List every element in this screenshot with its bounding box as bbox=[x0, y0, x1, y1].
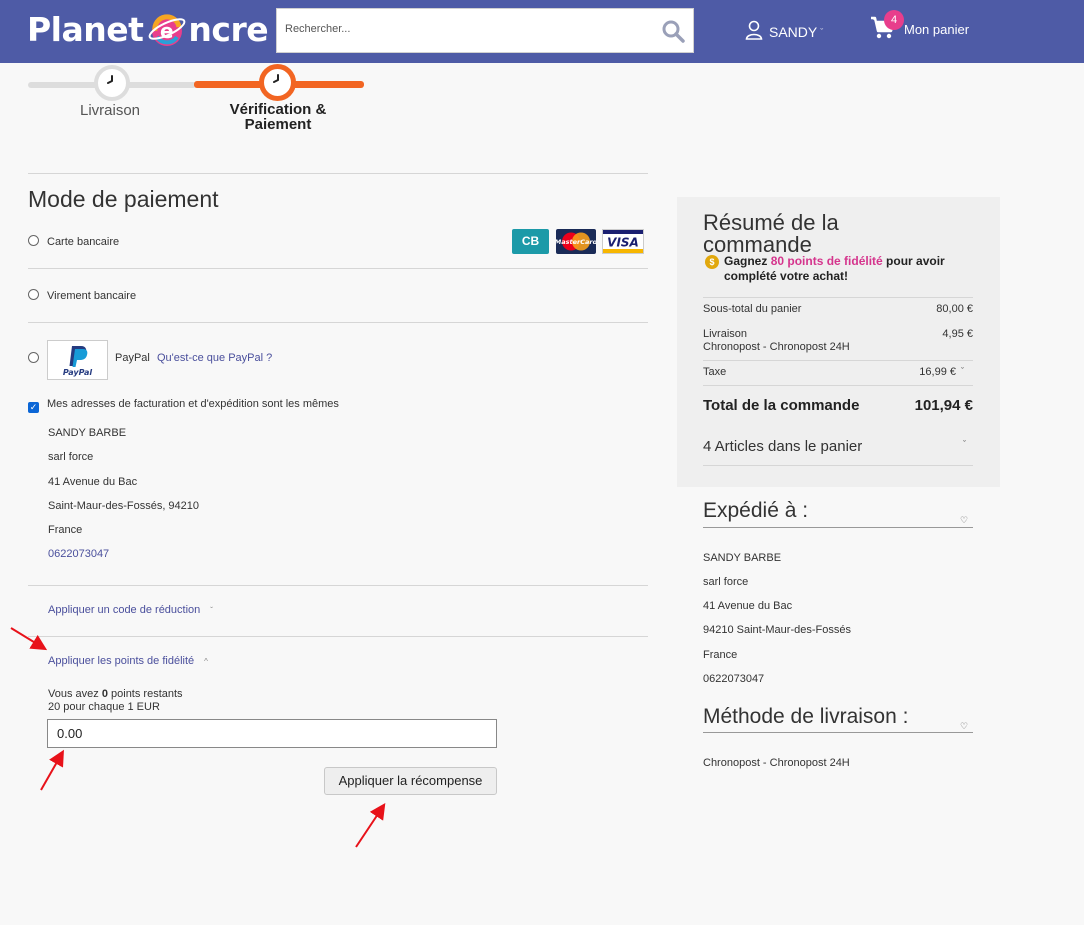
chevron-down-icon: ˇ bbox=[210, 606, 213, 615]
radio-virement-bancaire[interactable] bbox=[28, 289, 39, 300]
cb-card-icon: CB bbox=[512, 229, 549, 254]
svg-text:PayPal: PayPal bbox=[63, 368, 92, 377]
clock-icon bbox=[271, 73, 285, 92]
divider bbox=[703, 527, 973, 528]
option-carte-bancaire-label[interactable]: Carte bancaire bbox=[47, 236, 119, 248]
divider bbox=[28, 636, 648, 637]
summary-title: Résumé de la commande bbox=[703, 210, 839, 257]
user-name: SANDY bbox=[769, 23, 818, 40]
paypal-info-link[interactable]: Qu'est-ce que PayPal ? bbox=[157, 352, 272, 364]
points-remaining: Vous avez 0 points restants bbox=[48, 688, 183, 700]
shipping-carrier: Chronopost - Chronopost 24H bbox=[703, 341, 850, 353]
coin-icon: $ bbox=[705, 255, 719, 269]
arrow-to-button bbox=[355, 803, 386, 848]
mastercard-icon: MasterCard bbox=[555, 229, 598, 254]
points-info: Vous avez 0 points restants 20 pour chaq… bbox=[48, 688, 183, 714]
payment-title: Mode de paiement bbox=[28, 186, 219, 212]
ship-country: France bbox=[703, 649, 738, 661]
delivery-method-title: Méthode de livraison : bbox=[703, 705, 909, 728]
ship-street: 41 Avenue du Bac bbox=[703, 600, 793, 612]
shipped-to-title: Expédié à : bbox=[703, 499, 809, 522]
divider bbox=[28, 268, 648, 269]
coupon-accordion[interactable]: Appliquer un code de réduction ˇ bbox=[48, 604, 213, 616]
billing-name: SANDY BARBE bbox=[48, 427, 127, 439]
delivery-method-value: Chronopost - Chronopost 24H bbox=[703, 757, 850, 769]
chevron-up-icon: ^ bbox=[204, 657, 208, 666]
heart-icon[interactable]: ♡ bbox=[960, 721, 968, 732]
visa-icon: VISA bbox=[602, 229, 644, 254]
cart-label: Mon panier bbox=[904, 22, 970, 37]
option-virement-label[interactable]: Virement bancaire bbox=[47, 290, 136, 302]
divider bbox=[703, 465, 973, 466]
ship-city: 94210 Saint-Maur-des-Fossés bbox=[703, 624, 851, 636]
svg-text:e: e bbox=[160, 19, 173, 43]
billing-phone[interactable]: 0622073047 bbox=[48, 548, 109, 560]
divider bbox=[28, 585, 648, 586]
user-menu[interactable]: SANDY ˇ bbox=[745, 20, 823, 43]
ship-phone[interactable]: 0622073047 bbox=[703, 673, 764, 685]
search-input[interactable] bbox=[285, 23, 645, 35]
clock-icon bbox=[105, 74, 119, 93]
billing-city: Saint-Maur-des-Fossés, 94210 bbox=[48, 500, 200, 512]
ship-company: sarl force bbox=[703, 576, 749, 588]
chevron-down-icon[interactable]: ˇ bbox=[961, 366, 964, 376]
site-header: Planet e ncre SANDY ˇ 4 Mon panier bbox=[0, 0, 1084, 63]
cart-articles-toggle[interactable]: 4 Articles dans le panier bbox=[703, 438, 862, 455]
loyalty-points-accordion[interactable]: Appliquer les points de fidélité ^ bbox=[48, 655, 208, 667]
billing-country: France bbox=[48, 524, 83, 536]
step-paiement-marker bbox=[259, 64, 296, 101]
shipping-value: 4,95 € bbox=[942, 328, 973, 340]
logo-text-ncre: ncre bbox=[188, 9, 269, 49]
radio-carte-bancaire[interactable] bbox=[28, 235, 39, 246]
subtotal-value: 80,00 € bbox=[936, 303, 973, 315]
total-label: Total de la commande bbox=[703, 397, 860, 414]
divider bbox=[703, 360, 973, 361]
coupon-accordion-label: Appliquer un code de réduction bbox=[48, 604, 201, 616]
step-livraison-label[interactable]: Livraison bbox=[60, 102, 160, 119]
tax-value[interactable]: 16,99 € bbox=[880, 366, 956, 378]
shipping-label: Livraison bbox=[703, 328, 748, 340]
svg-text:MasterCard: MasterCard bbox=[556, 238, 596, 246]
divider bbox=[703, 385, 973, 386]
loyalty-points-label: Appliquer les points de fidélité bbox=[48, 655, 195, 667]
divider bbox=[28, 322, 648, 323]
billing-company: sarl force bbox=[48, 451, 94, 463]
step-paiement-label: Vérification & Paiement bbox=[229, 101, 327, 133]
same-address-label[interactable]: Mes adresses de facturation et d'expédit… bbox=[47, 398, 339, 410]
subtotal-label: Sous-total du panier bbox=[703, 303, 802, 315]
planet-encre-logo[interactable]: Planet e ncre bbox=[27, 6, 269, 52]
apply-reward-button[interactable]: Appliquer la récompense bbox=[324, 767, 497, 795]
option-paypal-label[interactable]: PayPal bbox=[115, 352, 150, 364]
ship-name: SANDY BARBE bbox=[703, 552, 782, 564]
billing-street: 41 Avenue du Bac bbox=[48, 476, 138, 488]
paypal-logo: PayPal bbox=[47, 340, 108, 380]
divider bbox=[703, 732, 973, 733]
search-box bbox=[276, 8, 694, 53]
points-rate: 20 pour chaque 1 EUR bbox=[48, 701, 160, 713]
heart-icon[interactable]: ♡ bbox=[960, 515, 968, 526]
svg-text:VISA: VISA bbox=[607, 236, 639, 250]
tax-label: Taxe bbox=[703, 366, 727, 378]
arrow-to-input bbox=[40, 749, 64, 791]
cart-button[interactable]: 4 Mon panier bbox=[870, 10, 970, 43]
arrow-to-loyalty bbox=[10, 627, 48, 651]
step-livraison-marker[interactable] bbox=[94, 65, 130, 101]
divider bbox=[28, 173, 648, 174]
loyalty-points-input[interactable] bbox=[47, 719, 497, 748]
search-icon[interactable] bbox=[661, 19, 685, 43]
chevron-down-icon: ˇ bbox=[820, 26, 824, 37]
divider bbox=[703, 297, 973, 298]
loyalty-earn-message: Gagnez 80 points de fidélité pour avoir … bbox=[724, 254, 945, 283]
radio-paypal[interactable] bbox=[28, 352, 39, 363]
user-icon bbox=[745, 20, 763, 43]
chevron-down-icon[interactable]: ˇ bbox=[963, 439, 966, 449]
cart-count-badge: 4 bbox=[884, 10, 904, 30]
logo-text-planet: Planet bbox=[27, 9, 144, 49]
logo-e-mark-icon: e bbox=[147, 9, 187, 49]
same-address-checkbox[interactable]: ✓ bbox=[28, 402, 39, 413]
total-value: 101,94 € bbox=[914, 397, 973, 414]
